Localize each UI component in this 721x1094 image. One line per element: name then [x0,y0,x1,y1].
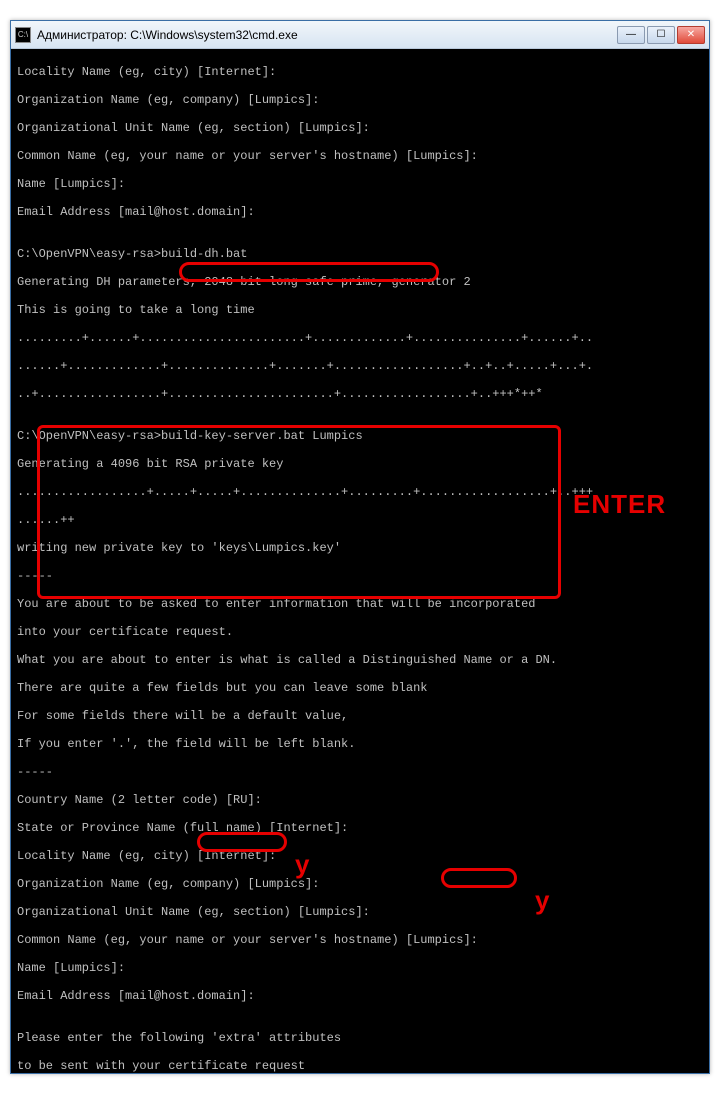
term-line: Name [Lumpics]: [17,961,703,975]
minimize-button[interactable]: — [617,26,645,44]
term-line: ......+.............+..............+....… [17,359,703,373]
term-line: Generating DH parameters, 2048 bit long … [17,275,703,289]
term-line: Please enter the following 'extra' attri… [17,1031,703,1045]
term-line: to be sent with your certificate request [17,1059,703,1073]
maximize-button[interactable]: ☐ [647,26,675,44]
term-line: Common Name (eg, your name or your serve… [17,149,703,163]
term-line: C:\OpenVPN\easy-rsa>build-dh.bat [17,247,703,261]
term-line: Country Name (2 letter code) [RU]: [17,793,703,807]
close-button[interactable]: ✕ [677,26,705,44]
cmd-icon: C:\ [15,27,31,43]
term-line: into your certificate request. [17,625,703,639]
term-line: Organizational Unit Name (eg, section) [… [17,121,703,135]
term-line: State or Province Name (full name) [Inte… [17,821,703,835]
terminal-output[interactable]: Locality Name (eg, city) [Internet]: Org… [11,49,709,1073]
titlebar: C:\ Администратор: C:\Windows\system32\c… [11,21,709,49]
term-line: ..................+.....+.....+.........… [17,485,703,499]
term-line: Organizational Unit Name (eg, section) [… [17,905,703,919]
term-line: Generating a 4096 bit RSA private key [17,457,703,471]
term-line: Locality Name (eg, city) [Internet]: [17,65,703,79]
term-line: ......++ [17,513,703,527]
term-line: Email Address [mail@host.domain]: [17,989,703,1003]
term-line: What you are about to enter is what is c… [17,653,703,667]
term-line: Organization Name (eg, company) [Lumpics… [17,877,703,891]
term-line: Name [Lumpics]: [17,177,703,191]
window-title: Администратор: C:\Windows\system32\cmd.e… [37,28,617,42]
term-line: Common Name (eg, your name or your serve… [17,933,703,947]
term-line: ----- [17,569,703,583]
term-line: writing new private key to 'keys\Lumpics… [17,541,703,555]
term-line: There are quite a few fields but you can… [17,681,703,695]
term-line: If you enter '.', the field will be left… [17,737,703,751]
cmd-window: C:\ Администратор: C:\Windows\system32\c… [10,20,710,1074]
term-line: ----- [17,765,703,779]
term-line: C:\OpenVPN\easy-rsa>build-key-server.bat… [17,429,703,443]
term-line: Locality Name (eg, city) [Internet]: [17,849,703,863]
term-line: This is going to take a long time [17,303,703,317]
term-line: Email Address [mail@host.domain]: [17,205,703,219]
term-line: .........+......+.......................… [17,331,703,345]
term-line: ..+.................+...................… [17,387,703,401]
term-line: For some fields there will be a default … [17,709,703,723]
term-line: Organization Name (eg, company) [Lumpics… [17,93,703,107]
window-controls: — ☐ ✕ [617,26,705,44]
term-line: You are about to be asked to enter infor… [17,597,703,611]
